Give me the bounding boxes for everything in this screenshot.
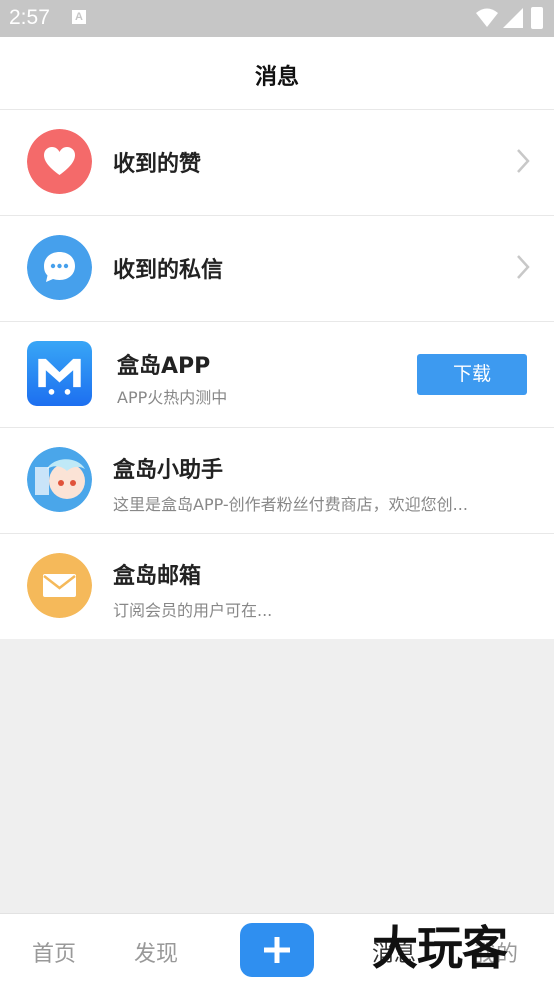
wifi-icon [476,8,498,27]
assistant-preview: 这里是盒岛APP-创作者粉丝付费商店，欢迎您创... [113,495,468,514]
battery-icon [531,7,543,29]
chat-bubble-icon [27,235,92,300]
app-subtitle: APP火热内测中 [117,388,228,407]
list-item-mailbox[interactable]: 盒岛邮箱 订阅会员的用户可在... [0,534,554,639]
notification-a-icon: A [72,10,86,24]
app-name: 盒岛APP [117,354,211,379]
page-title: 消息 [254,65,299,90]
chevron-right-icon [517,255,530,279]
nav-home[interactable]: 首页 [32,936,76,968]
status-bar: 2:57 A [0,0,554,37]
app-logo-icon [27,341,92,406]
assistant-avatar [27,447,92,512]
list-item-app[interactable]: 盒岛APP APP火热内测中 下载 [0,322,554,428]
nav-discover[interactable]: 发现 [134,936,178,968]
create-post-button[interactable] [240,923,314,977]
mailbox-name: 盒岛邮箱 [113,564,202,589]
download-button[interactable]: 下载 [417,354,527,395]
message-list: 收到的赞 收到的私信 盒岛APP APP火热内测中 下载 盒岛小助手 这里是盒岛… [0,110,554,639]
private-messages-label: 收到的私信 [113,258,224,283]
chevron-right-icon [517,149,530,173]
heart-icon [27,129,92,194]
status-time: 2:57 [9,6,50,29]
list-item-likes[interactable]: 收到的赞 [0,110,554,216]
list-item-private-messages[interactable]: 收到的私信 [0,216,554,322]
watermark-logo: 大玩客 [372,921,508,975]
mail-icon [27,553,92,618]
page-header: 消息 [0,37,554,110]
plus-icon [264,937,290,963]
likes-label: 收到的赞 [113,152,202,177]
assistant-name: 盒岛小助手 [113,458,224,483]
mailbox-preview: 订阅会员的用户可在... [113,601,273,620]
list-item-assistant[interactable]: 盒岛小助手 这里是盒岛APP-创作者粉丝付费商店，欢迎您创... [0,428,554,534]
signal-icon [503,8,523,28]
